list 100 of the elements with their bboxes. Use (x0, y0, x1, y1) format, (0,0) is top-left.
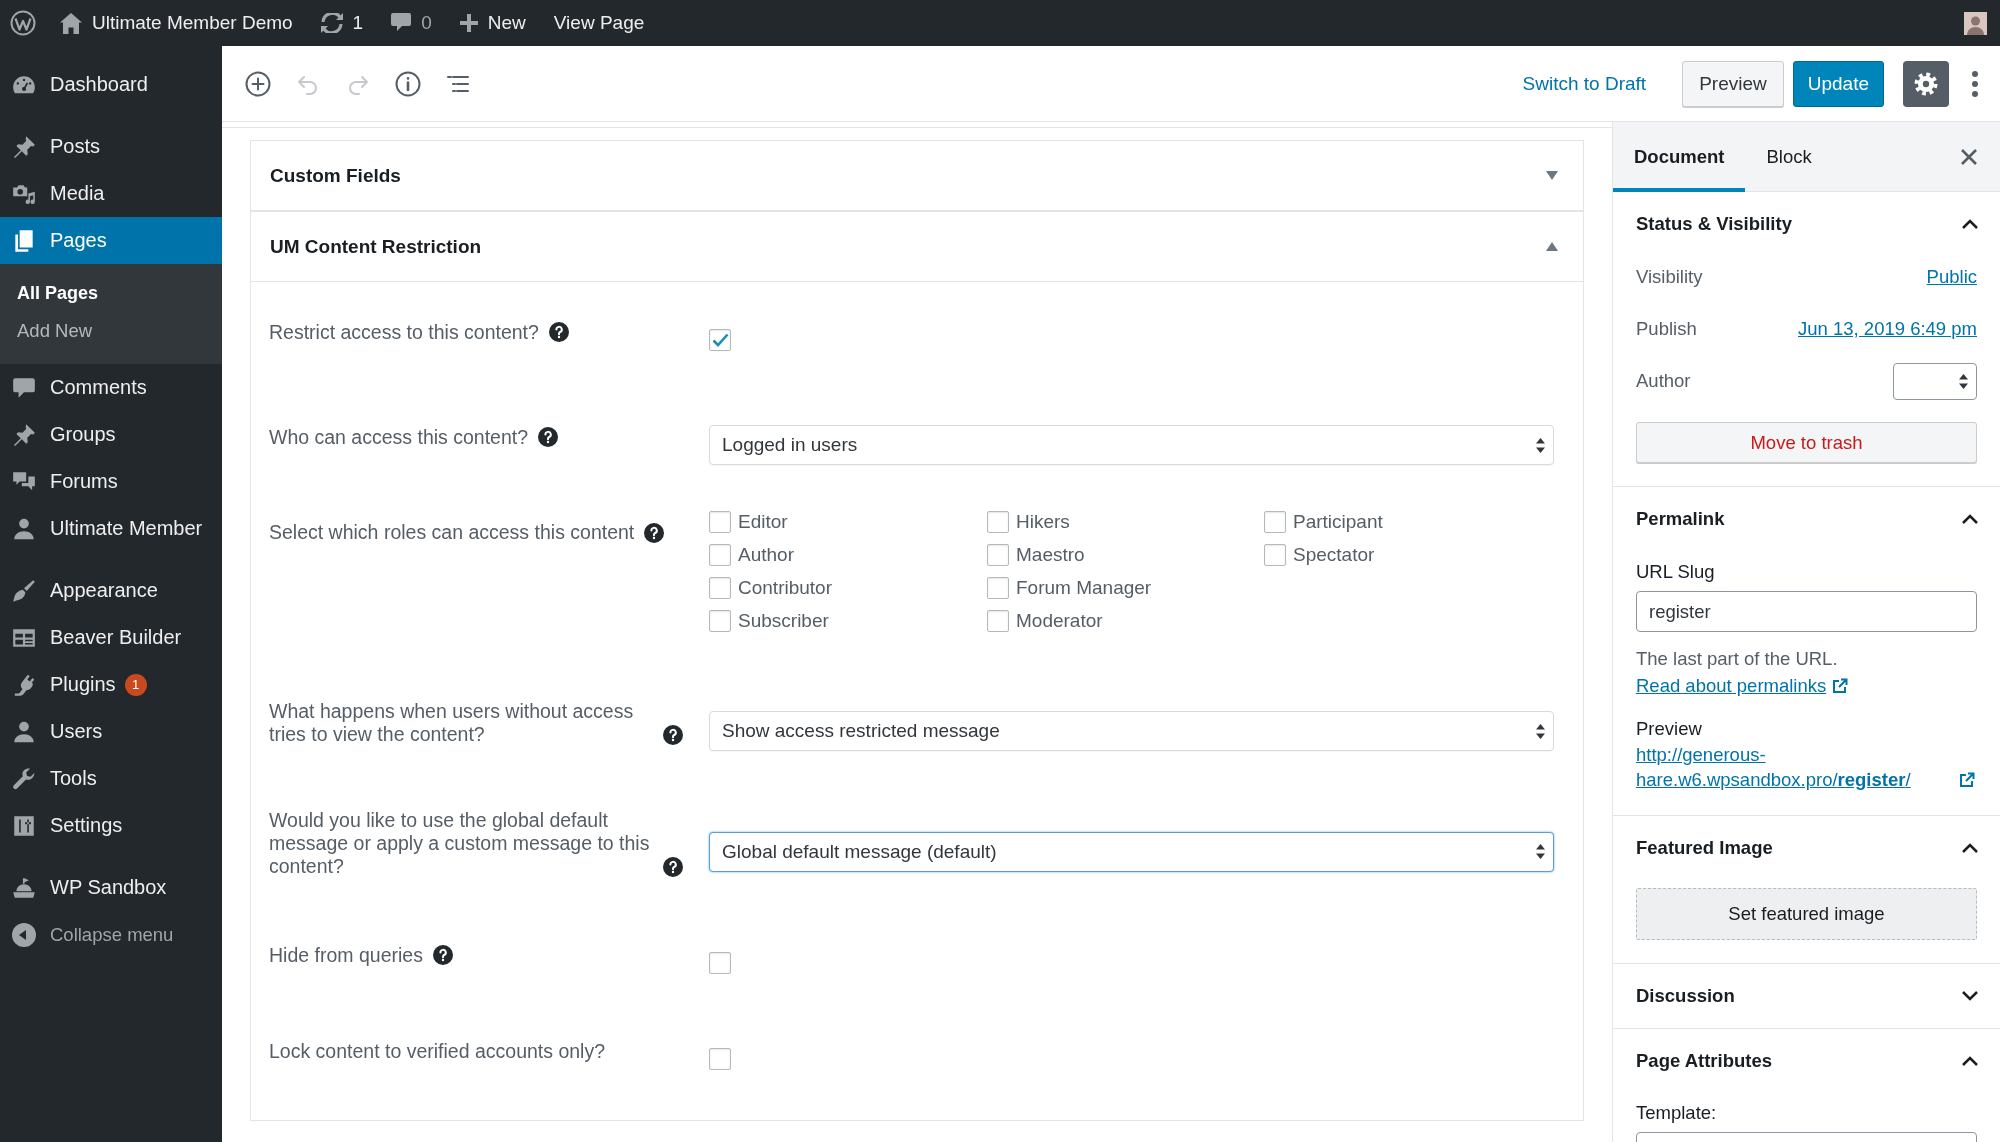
checkbox[interactable] (709, 952, 731, 974)
menu-item[interactable]: Appearance (0, 567, 222, 614)
menu-item[interactable]: Users (0, 708, 222, 755)
submenu-item[interactable]: Add New (0, 312, 222, 350)
help-icon[interactable] (644, 522, 665, 543)
pin-icon (11, 133, 37, 160)
checkbox[interactable] (987, 576, 1009, 599)
panel-header[interactable]: Status & Visibility (1613, 192, 2000, 256)
menu-item[interactable]: Beaver Builder (0, 614, 222, 661)
more-options-icon[interactable] (1971, 69, 1979, 98)
checkbox[interactable] (987, 609, 1009, 632)
select-field[interactable]: Show access restricted message (709, 711, 1554, 751)
panel-header[interactable]: Discussion (1613, 964, 2000, 1028)
plus-icon (459, 14, 478, 32)
field-label: Select which roles can access this content (269, 521, 635, 544)
field-label: URL Slug (1636, 560, 1716, 584)
checkbox[interactable] (1264, 510, 1286, 533)
up-down-arrows-icon (1536, 723, 1545, 739)
new-link[interactable]: New (445, 0, 540, 46)
menu-item[interactable]: Forums (0, 458, 222, 505)
field-label: Hide from queries (269, 943, 423, 967)
help-icon[interactable] (663, 856, 683, 877)
field-label: Who can access this content? (269, 425, 529, 449)
help-icon[interactable] (548, 322, 569, 342)
help-icon[interactable] (432, 945, 453, 965)
panel-header[interactable]: Permalink (1613, 487, 2000, 551)
tab[interactable]: Block (1745, 122, 1833, 192)
option-label: Forum Manager (1016, 576, 1152, 599)
help-icon[interactable] (538, 427, 559, 447)
move-to-trash-button[interactable]: Move to trash (1636, 422, 1977, 463)
menu-item[interactable]: Plugins 1 (0, 661, 222, 708)
external-link-icon (1959, 772, 1975, 788)
site-link[interactable]: Ultimate Member Demo (46, 0, 307, 46)
option-label: Editor (738, 510, 788, 533)
checkbox[interactable] (709, 576, 731, 599)
field-label: What happens when users without access tries to view the content? (269, 700, 635, 746)
select-field[interactable]: Global default message (default) (709, 831, 1554, 872)
setting-link[interactable]: Jun 13, 2019 6:49 pm (1798, 318, 1977, 340)
menu-item[interactable]: Pages (0, 217, 222, 264)
text-field[interactable]: register (1636, 591, 1977, 632)
menu-item[interactable]: Settings (0, 802, 222, 849)
field-label: Template: (1636, 1101, 1718, 1125)
checkbox[interactable] (709, 1048, 731, 1070)
setting-label: Visibility (1636, 266, 1703, 288)
plus-circle-icon[interactable] (244, 69, 272, 98)
updates-link[interactable]: 1 (306, 0, 378, 46)
submenu-item[interactable]: All Pages (0, 274, 222, 312)
menu-item[interactable]: Dashboard (0, 61, 222, 108)
menu-item[interactable]: Posts (0, 123, 222, 170)
panel-header[interactable]: Page Attributes (1613, 1029, 2000, 1093)
option-label: Maestro (1016, 543, 1085, 566)
close-icon[interactable] (1960, 147, 1978, 166)
preview-url-link[interactable]: http://generous-hare.w6.wpsandbox.pro/register/ (1636, 742, 1953, 792)
collapse-menu-button[interactable]: Collapse menu (0, 911, 174, 958)
checkbox[interactable] (987, 543, 1009, 566)
menu-item[interactable]: Groups (0, 411, 222, 458)
checkbox[interactable] (709, 543, 731, 566)
setting-link[interactable]: Public (1926, 266, 1977, 288)
checkbox[interactable] (709, 329, 731, 351)
switch-to-draft-link[interactable]: Switch to Draft (1522, 72, 1647, 95)
view-page-link[interactable]: View Page (539, 0, 659, 46)
menu-item[interactable]: Ultimate Member (0, 505, 222, 552)
select-field[interactable] (1893, 362, 1977, 400)
left-arrow-circle-icon (12, 922, 36, 947)
logo-icon[interactable] (10, 10, 36, 36)
help-text: The last part of the URL. (1636, 648, 1838, 669)
option-label: Participant (1293, 510, 1383, 533)
field-label: Restrict access to this content? (269, 320, 539, 344)
preview-button[interactable]: Preview (1682, 60, 1784, 107)
checkbox[interactable] (1264, 543, 1286, 566)
checkbox[interactable] (987, 510, 1009, 533)
menu-item[interactable]: WP Sandbox (0, 864, 222, 911)
settings-button[interactable] (1903, 60, 1949, 107)
avatar-icon[interactable] (1964, 11, 1987, 35)
brush-icon (11, 577, 37, 604)
help-icon[interactable] (663, 724, 683, 745)
pin-icon (11, 421, 37, 448)
home-icon (60, 12, 82, 34)
info-icon[interactable] (394, 69, 422, 98)
menu-item[interactable]: Comments (0, 364, 222, 411)
option-label: Author (738, 543, 794, 566)
select-field[interactable]: Logged in users (709, 425, 1554, 465)
count-badge: 1 (124, 673, 147, 696)
comments-link[interactable]: 0 (377, 0, 446, 46)
external-link-icon (1832, 678, 1849, 694)
menu-item[interactable]: Media (0, 170, 222, 217)
checkbox[interactable] (709, 510, 731, 533)
set-featured-image-button[interactable]: Set featured image (1636, 888, 1977, 940)
field-label: Would you like to use the global default message or apply a custom message to this content? (269, 809, 651, 878)
checkmark-icon (711, 333, 729, 347)
field-label: Preview (1636, 717, 1703, 741)
setting-label: Publish (1636, 318, 1697, 340)
option-label: Spectator (1293, 543, 1375, 566)
permalinks-link[interactable]: Read about permalinks (1636, 675, 1827, 696)
panel-header[interactable]: Featured Image (1613, 816, 2000, 880)
update-button[interactable]: Update (1792, 60, 1884, 107)
field-label: Lock content to verified accounts only? (269, 1039, 606, 1063)
checkbox[interactable] (709, 609, 731, 632)
menu-item[interactable]: Tools (0, 755, 222, 802)
tab[interactable]: Document (1613, 122, 1746, 192)
